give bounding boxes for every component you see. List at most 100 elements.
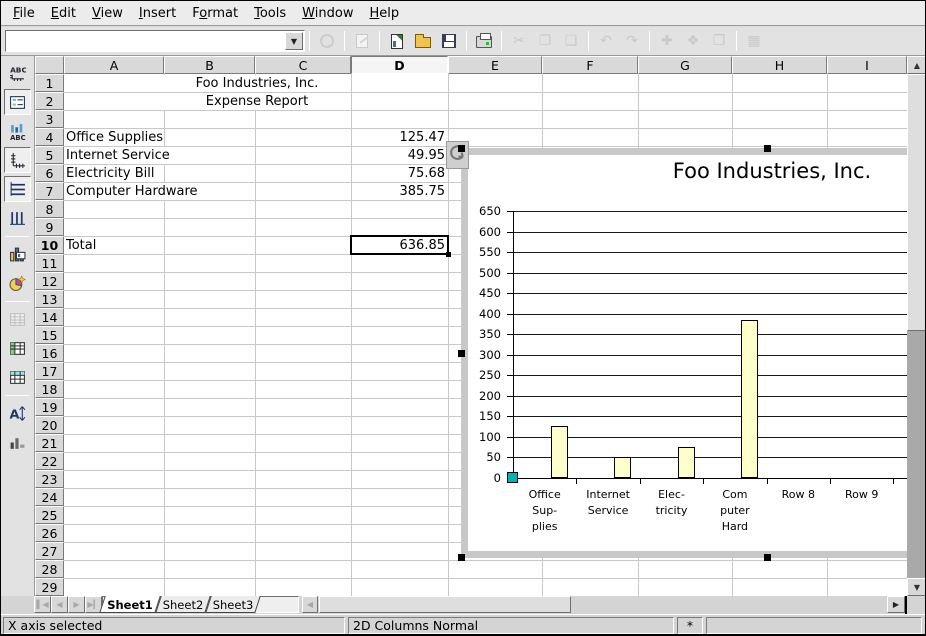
row-header-8[interactable]: 8 <box>35 200 64 218</box>
data-in-columns-button[interactable] <box>4 364 31 390</box>
menu-edit[interactable]: Edit <box>43 3 84 24</box>
row-header-20[interactable]: 20 <box>35 416 64 434</box>
row-header-26[interactable]: 26 <box>35 524 64 542</box>
sheet-tab-sheet1[interactable]: Sheet1 <box>102 596 158 613</box>
vertical-grid-on-off-button[interactable] <box>4 205 31 231</box>
column-header-i[interactable]: I <box>827 56 907 74</box>
cell-d6[interactable]: 75.68 <box>352 165 445 182</box>
edit-chart-type-button[interactable] <box>4 241 31 267</box>
object-resize-handle[interactable] <box>458 554 465 561</box>
row-header-12[interactable]: 12 <box>35 272 64 290</box>
cell-a5[interactable]: Internet Service <box>66 147 170 164</box>
chart-bar[interactable] <box>614 457 631 478</box>
axis-selection-handle[interactable] <box>507 472 518 483</box>
new-document-button[interactable] <box>385 29 409 53</box>
cell-d5[interactable]: 49.95 <box>352 147 445 164</box>
column-header-d[interactable]: D <box>351 56 448 74</box>
row-header-3[interactable]: 3 <box>35 110 64 128</box>
row-header-29[interactable]: 29 <box>35 578 64 596</box>
row-header-17[interactable]: 17 <box>35 362 64 380</box>
horizontal-scrollbar-thumb[interactable] <box>319 596 571 613</box>
row-header-21[interactable]: 21 <box>35 434 64 452</box>
row-header-10[interactable]: 10 <box>35 236 64 254</box>
save-button[interactable] <box>437 29 461 53</box>
axes-titles-on-off-button[interactable]: ABC <box>4 118 31 144</box>
cell-a4[interactable]: Office Supplies <box>66 129 163 146</box>
cell-a6[interactable]: Electricity Bill <box>66 165 154 182</box>
row-header-23[interactable]: 23 <box>35 470 64 488</box>
row-header-7[interactable]: 7 <box>35 182 64 200</box>
chart-bar[interactable] <box>741 320 758 478</box>
cell-a7[interactable]: Computer Hardware <box>66 183 198 200</box>
vertical-scrollbar-thumb[interactable] <box>907 74 926 331</box>
column-header-b[interactable]: B <box>164 56 255 74</box>
scale-text-button[interactable]: A <box>4 400 31 426</box>
row-header-9[interactable]: 9 <box>35 218 64 236</box>
axes-on-off-button[interactable] <box>4 147 31 173</box>
row-header-6[interactable]: 6 <box>35 164 64 182</box>
titles-on-off-button[interactable]: ABC <box>4 60 31 86</box>
chart-title[interactable]: Foo Industries, Inc. <box>442 159 907 183</box>
menu-file[interactable]: File <box>5 3 43 24</box>
selected-cell-border[interactable] <box>350 235 449 255</box>
column-header-e[interactable]: E <box>448 56 542 74</box>
row-header-14[interactable]: 14 <box>35 308 64 326</box>
column-header-h[interactable]: H <box>732 56 827 74</box>
row-header-5[interactable]: 5 <box>35 146 64 164</box>
vertical-scrollbar[interactable]: ▲ ▼ <box>907 56 926 596</box>
first-sheet-button[interactable]: ▌◀ <box>34 596 51 613</box>
row-header-4[interactable]: 4 <box>35 128 64 146</box>
menu-window[interactable]: Window <box>294 3 361 24</box>
column-header-g[interactable]: G <box>638 56 732 74</box>
automatic-layout-button[interactable] <box>4 429 31 455</box>
name-box[interactable]: ▼ <box>5 30 305 52</box>
menu-format[interactable]: Format <box>184 3 246 24</box>
print-button[interactable] <box>472 29 496 53</box>
cell-d7[interactable]: 385.75 <box>352 183 445 200</box>
y-axis[interactable] <box>513 211 514 478</box>
row-header-13[interactable]: 13 <box>35 290 64 308</box>
row-header-18[interactable]: 18 <box>35 380 64 398</box>
name-box-input[interactable] <box>6 32 285 50</box>
cell-a10[interactable]: Total <box>66 237 96 254</box>
column-header-a[interactable]: A <box>64 56 164 74</box>
row-header-28[interactable]: 28 <box>35 560 64 578</box>
scroll-down-button[interactable]: ▼ <box>907 578 926 596</box>
data-in-rows-button[interactable] <box>4 335 31 361</box>
row-header-22[interactable]: 22 <box>35 452 64 470</box>
row-header-16[interactable]: 16 <box>35 344 64 362</box>
menu-tools[interactable]: Tools <box>246 3 294 24</box>
row-header-25[interactable]: 25 <box>35 506 64 524</box>
open-button[interactable] <box>411 29 435 53</box>
merged-title-cell[interactable]: Expense Report <box>164 93 350 110</box>
horizontal-grid-on-off-button[interactable] <box>4 176 31 202</box>
row-header-15[interactable]: 15 <box>35 326 64 344</box>
cell-d4[interactable]: 125.47 <box>352 129 445 146</box>
object-resize-handle[interactable] <box>764 554 771 561</box>
sheet-tab-sheet3[interactable]: Sheet3 <box>208 596 258 613</box>
previous-sheet-button[interactable]: ◀ <box>51 596 68 613</box>
legend-on-off-button[interactable] <box>4 89 31 115</box>
object-resize-handle[interactable] <box>764 145 771 152</box>
object-resize-handle[interactable] <box>458 350 465 357</box>
row-header-19[interactable]: 19 <box>35 398 64 416</box>
scroll-up-button[interactable]: ▲ <box>907 56 926 74</box>
scroll-left-button[interactable]: ◀ <box>302 596 318 613</box>
row-header-27[interactable]: 27 <box>35 542 64 560</box>
select-all-corner[interactable] <box>35 56 64 74</box>
row-header-2[interactable]: 2 <box>35 92 64 110</box>
row-header-1[interactable]: 1 <box>35 74 64 92</box>
row-header-24[interactable]: 24 <box>35 488 64 506</box>
autoformat-chart-button[interactable] <box>4 270 31 296</box>
row-header-11[interactable]: 11 <box>35 254 64 272</box>
chart-bar[interactable] <box>551 426 568 478</box>
menu-insert[interactable]: Insert <box>131 3 184 24</box>
chart-bar[interactable] <box>678 447 695 478</box>
object-resize-handle[interactable] <box>458 145 465 152</box>
column-header-f[interactable]: F <box>542 56 638 74</box>
menu-view[interactable]: View <box>84 3 131 24</box>
scroll-right-button[interactable]: ▶ <box>887 596 905 613</box>
name-box-dropdown-arrow-icon[interactable]: ▼ <box>285 32 303 50</box>
merged-title-cell[interactable]: Foo Industries, Inc. <box>164 75 350 92</box>
x-axis[interactable] <box>513 478 907 479</box>
